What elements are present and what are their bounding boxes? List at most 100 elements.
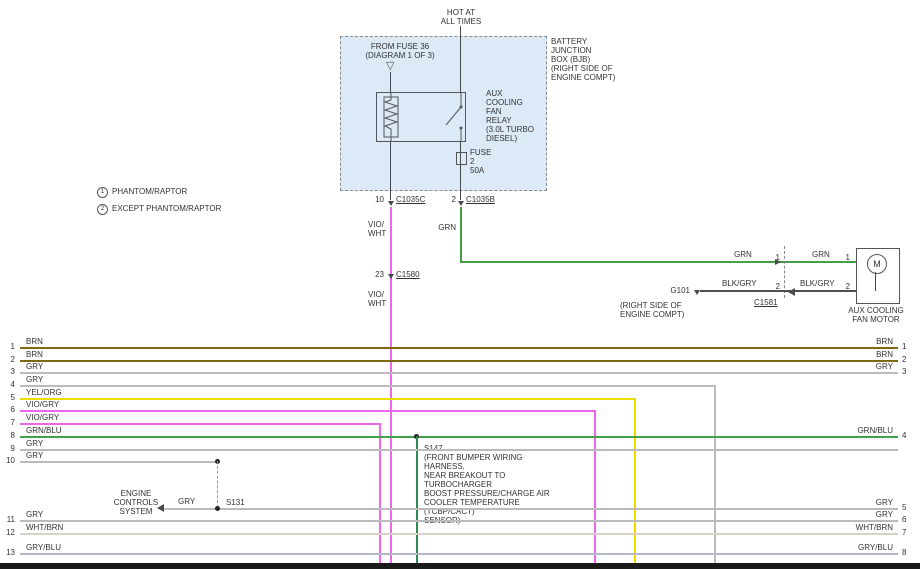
vio-wht-label-2: VIO/ WHT xyxy=(368,290,394,308)
row-right-label: WHT/BRN xyxy=(853,524,893,532)
row-left-num: 10 xyxy=(2,457,15,465)
relay-label: AUX COOLING FAN RELAY (3.0L TURBO DIESEL… xyxy=(486,89,542,143)
hot-at-label: HOT AT ALL TIMES xyxy=(425,8,497,26)
connector-c1035c-link[interactable]: C1035C xyxy=(396,196,425,204)
connector-arrow-icon xyxy=(458,201,464,206)
row-left-label: GRY xyxy=(26,440,43,448)
wire-line-gry xyxy=(20,449,898,451)
wire-line-gry xyxy=(20,461,219,463)
fuse-label: FUSE 2 50A xyxy=(470,148,496,175)
wiring-diagram-canvas: HOT AT ALL TIMES BATTERY JUNCTION BOX (B… xyxy=(0,0,920,569)
branch-wire-label: GRY xyxy=(178,498,195,506)
connector-arrow-icon xyxy=(388,274,394,279)
grn-wire-horizontal xyxy=(460,261,867,263)
wire-line-brn xyxy=(20,360,898,362)
ground-label: G101 xyxy=(658,287,690,295)
row-right-num: 3 xyxy=(902,368,914,376)
row-left-num: 11 xyxy=(2,516,15,524)
offpage-arrow-icon xyxy=(157,504,164,512)
row-left-label: GRY xyxy=(26,511,43,519)
row-right-num: 6 xyxy=(902,516,914,524)
splice-s147-label: S147 (FRONT BUMPER WIRING HARNESS, NEAR … xyxy=(424,444,564,525)
row-left-label: GRY xyxy=(26,363,43,371)
branch-right-label: GRY xyxy=(853,499,893,507)
row-left-label: VIO/GRY xyxy=(26,414,59,422)
wire-drop-vio-gry xyxy=(379,423,381,563)
branch-right-num: 5 xyxy=(902,504,914,512)
coil-feed-wire xyxy=(390,72,391,92)
wire-line-gry xyxy=(20,520,898,522)
row-left-label: WHT/BRN xyxy=(26,524,63,532)
splice-s131-dot xyxy=(215,506,220,511)
fan-motor-label: AUX COOLING FAN MOTOR xyxy=(836,306,916,324)
row-right-label: BRN xyxy=(853,338,893,346)
from-fuse-label: FROM FUSE 36 (DIAGRAM 1 OF 3) xyxy=(352,42,448,60)
row-left-label: BRN xyxy=(26,338,43,346)
bottom-window-edge xyxy=(0,563,920,569)
row-right-num: 2 xyxy=(902,356,914,364)
grn-label-left: GRN xyxy=(734,251,752,259)
row-left-num: 1 xyxy=(2,343,15,351)
vio-wht-label: VIO/ WHT xyxy=(368,220,394,238)
row-right-label: GRN/BLU xyxy=(853,427,893,435)
blkgry-label-left: BLK/GRY xyxy=(722,280,757,288)
grn-wire-vertical xyxy=(460,207,462,263)
row-left-num: 5 xyxy=(2,394,15,402)
relay-pin-10: 10 xyxy=(368,196,384,204)
connector-c1580-link[interactable]: C1580 xyxy=(396,271,420,279)
row-right-label: GRY xyxy=(853,511,893,519)
legend-1-icon: 1 xyxy=(97,187,108,198)
connector-c1581-link[interactable]: C1581 xyxy=(754,299,778,307)
wire-line-vio-gry xyxy=(20,410,596,412)
connector-c1035b-link[interactable]: C1035B xyxy=(466,196,495,204)
coil-output-wire xyxy=(390,142,391,200)
wire-drop-grn-blu xyxy=(416,436,418,563)
row-left-num: 4 xyxy=(2,381,15,389)
row-left-num: 6 xyxy=(2,406,15,414)
relay-symbol xyxy=(376,92,466,142)
wire-line-grn-blu xyxy=(20,436,898,438)
row-right-num: 4 xyxy=(902,432,914,440)
row-left-label: GRY/BLU xyxy=(26,544,61,552)
row-right-num: 1 xyxy=(902,343,914,351)
fuse-feed-wire xyxy=(460,142,461,200)
legend-1-label: PHANTOM/RAPTOR xyxy=(112,188,187,196)
hot-feed-wire xyxy=(460,26,461,92)
wire-drop-gry xyxy=(714,385,716,563)
row-right-num: 8 xyxy=(902,549,914,557)
wire-line-wht-brn xyxy=(20,533,898,535)
dashed-link-wire xyxy=(217,461,218,508)
grn-label-right: GRN xyxy=(812,251,830,259)
row-left-label: GRN/BLU xyxy=(26,427,62,435)
row-left-num: 2 xyxy=(2,356,15,364)
grn-wire-label: GRN xyxy=(416,224,456,232)
wire-drop-vio-gry xyxy=(594,410,596,563)
fuse36-ref-triangle-icon: ▽ xyxy=(386,59,394,72)
row-left-num: 7 xyxy=(2,419,15,427)
connector-arrow-icon xyxy=(388,201,394,206)
row-left-label: VIO/GRY xyxy=(26,401,59,409)
row-left-label: BRN xyxy=(26,351,43,359)
pin-1-right: 1 xyxy=(834,254,850,262)
bjb-label: BATTERY JUNCTION BOX (BJB) (RIGHT SIDE O… xyxy=(551,37,635,82)
engine-controls-label: ENGINE CONTROLS SYSTEM xyxy=(110,489,162,516)
wire-line-brn xyxy=(20,347,898,349)
row-right-num: 7 xyxy=(902,529,914,537)
ground-icon xyxy=(694,290,700,295)
wire-line-gry-blu xyxy=(20,553,898,555)
row-left-label: GRY xyxy=(26,452,43,460)
wire-line-vio-gry xyxy=(20,423,381,425)
ground-location-label: (RIGHT SIDE OF ENGINE COMPT) xyxy=(620,301,692,319)
motor-internal-wire xyxy=(875,272,876,291)
motor-symbol: M xyxy=(867,254,887,274)
row-left-num: 9 xyxy=(2,445,15,453)
fuse-symbol xyxy=(456,152,467,165)
wire-line-gry-branch xyxy=(164,508,898,510)
row-left-num: 3 xyxy=(2,368,15,376)
connector-arrow-icon xyxy=(788,288,795,296)
c1580-pin-23: 23 xyxy=(368,271,384,279)
wire-drop-yel-org xyxy=(634,398,636,563)
row-left-num: 13 xyxy=(2,549,15,557)
relay-pin-2: 2 xyxy=(440,196,456,204)
row-left-num: 8 xyxy=(2,432,15,440)
